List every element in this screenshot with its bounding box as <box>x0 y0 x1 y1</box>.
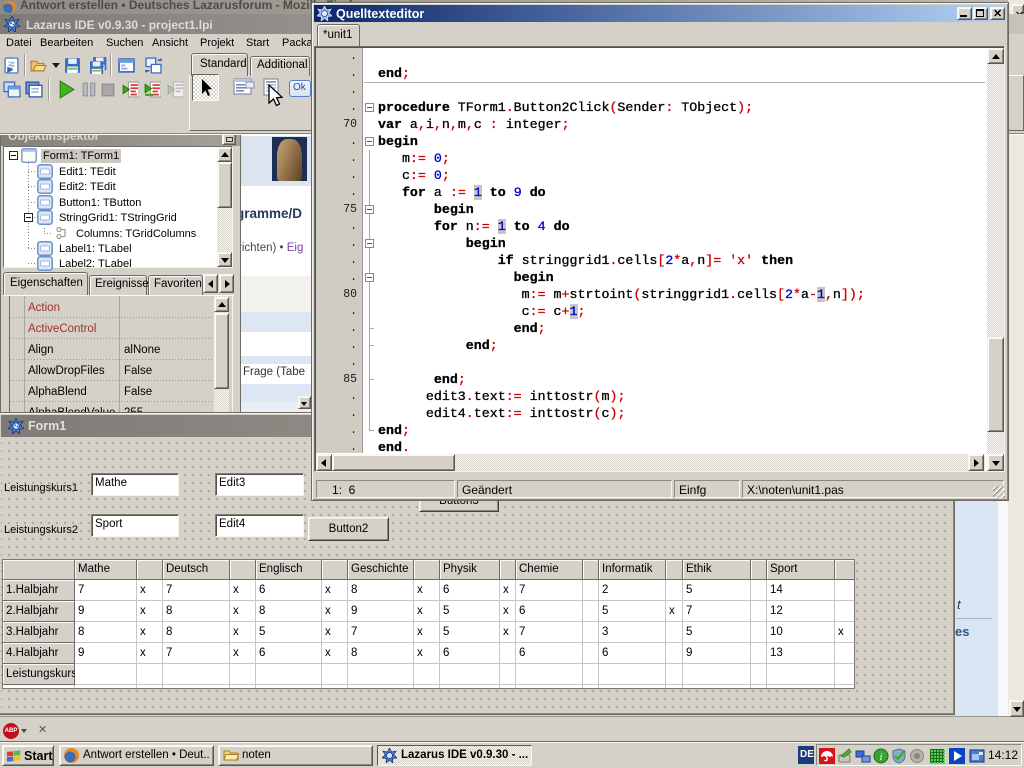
svg-text:i: i <box>880 752 883 763</box>
